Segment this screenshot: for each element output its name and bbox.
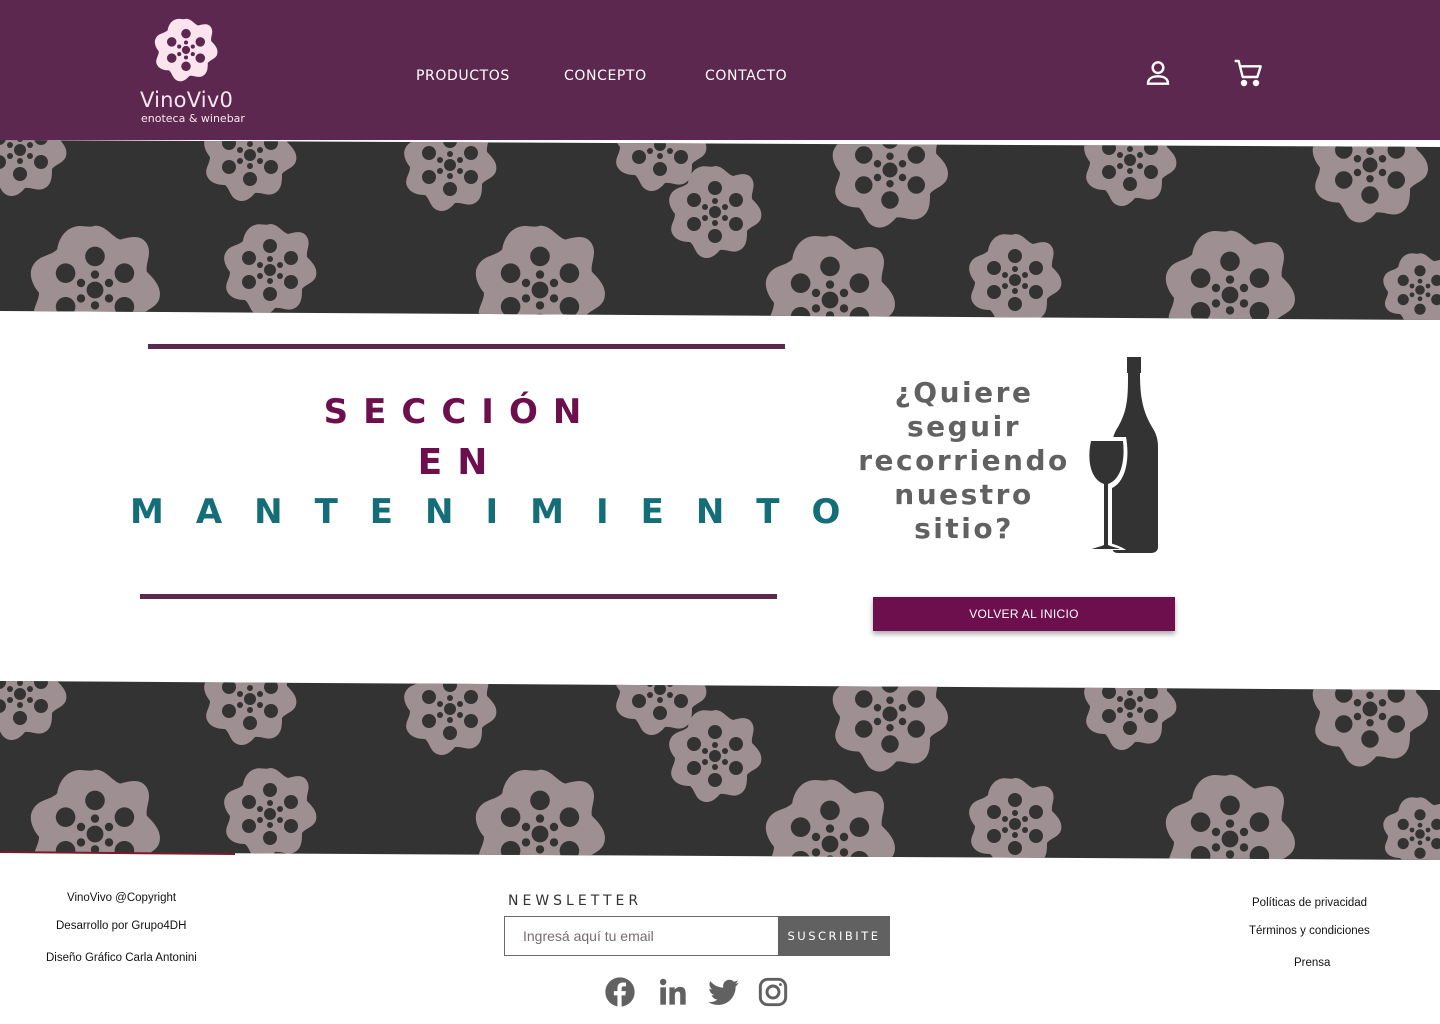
maintenance-title-line2: EN — [417, 442, 503, 483]
footer-developer: Desarrollo por Grupo4DH — [56, 920, 187, 932]
question-line: sitio? — [914, 512, 1014, 545]
twitter-icon[interactable] — [708, 976, 740, 1008]
pattern-band-top — [0, 140, 1440, 322]
subscribe-button[interactable]: SUSCRIBITE — [778, 916, 890, 956]
maintenance-title-line1: SECCIÓN — [323, 392, 597, 432]
logo[interactable]: VinoViv0 enoteca & winebar — [140, 16, 245, 128]
privacy-link[interactable]: Políticas de privacidad — [1252, 897, 1367, 909]
instagram-icon[interactable] — [757, 976, 789, 1008]
linkedin-icon[interactable] — [657, 976, 689, 1008]
question-line: seguir — [906, 410, 1022, 443]
logo-wordmark: VinoViv0 — [140, 88, 234, 112]
flower-pattern-icon — [0, 681, 1440, 860]
top-divider — [148, 344, 785, 349]
press-link[interactable]: Prensa — [1294, 957, 1330, 969]
terms-link[interactable]: Términos y condiciones — [1249, 925, 1370, 937]
maintenance-title-line3: MANTENIMIENTO — [130, 492, 873, 532]
footer-link-press: Prensa — [1294, 957, 1330, 969]
logo-tagline: enoteca & winebar — [141, 112, 245, 125]
question-line: recorriendo — [858, 444, 1070, 477]
nav-productos[interactable]: PRODUCTOS — [416, 68, 510, 84]
footer-designer: Diseño Gráfico Carla Antonini — [46, 952, 197, 964]
back-home-button[interactable]: VOLVER AL INICIO — [873, 597, 1175, 631]
footer-link-privacy: Políticas de privacidad — [1252, 897, 1367, 909]
wine-bottle-icon — [1085, 357, 1158, 553]
user-icon[interactable] — [1142, 57, 1174, 89]
footer-link-terms: Términos y condiciones — [1249, 925, 1370, 937]
facebook-icon[interactable] — [604, 976, 636, 1008]
newsletter-title: NEWSLETTER — [508, 893, 643, 909]
wine-flower-logo-icon — [154, 18, 218, 82]
nav-concepto[interactable]: CONCEPTO — [564, 68, 647, 84]
footer-copyright: VinoVivo @Copyright — [67, 892, 177, 904]
question-line: nuestro — [894, 478, 1034, 511]
flower-pattern-icon — [0, 140, 1440, 320]
cart-icon[interactable] — [1232, 57, 1264, 89]
continue-question: ¿Quiere seguir recorriendo nuestro sitio… — [850, 376, 1078, 546]
nav-contacto[interactable]: CONTACTO — [705, 68, 787, 84]
newsletter-email-input[interactable] — [504, 916, 780, 956]
site-header: VinoViv0 enoteca & winebar PRODUCTOS CON… — [0, 0, 1440, 140]
bottom-divider — [140, 594, 777, 599]
question-line: ¿Quiere — [894, 376, 1034, 409]
pattern-band-bottom — [0, 680, 1440, 862]
